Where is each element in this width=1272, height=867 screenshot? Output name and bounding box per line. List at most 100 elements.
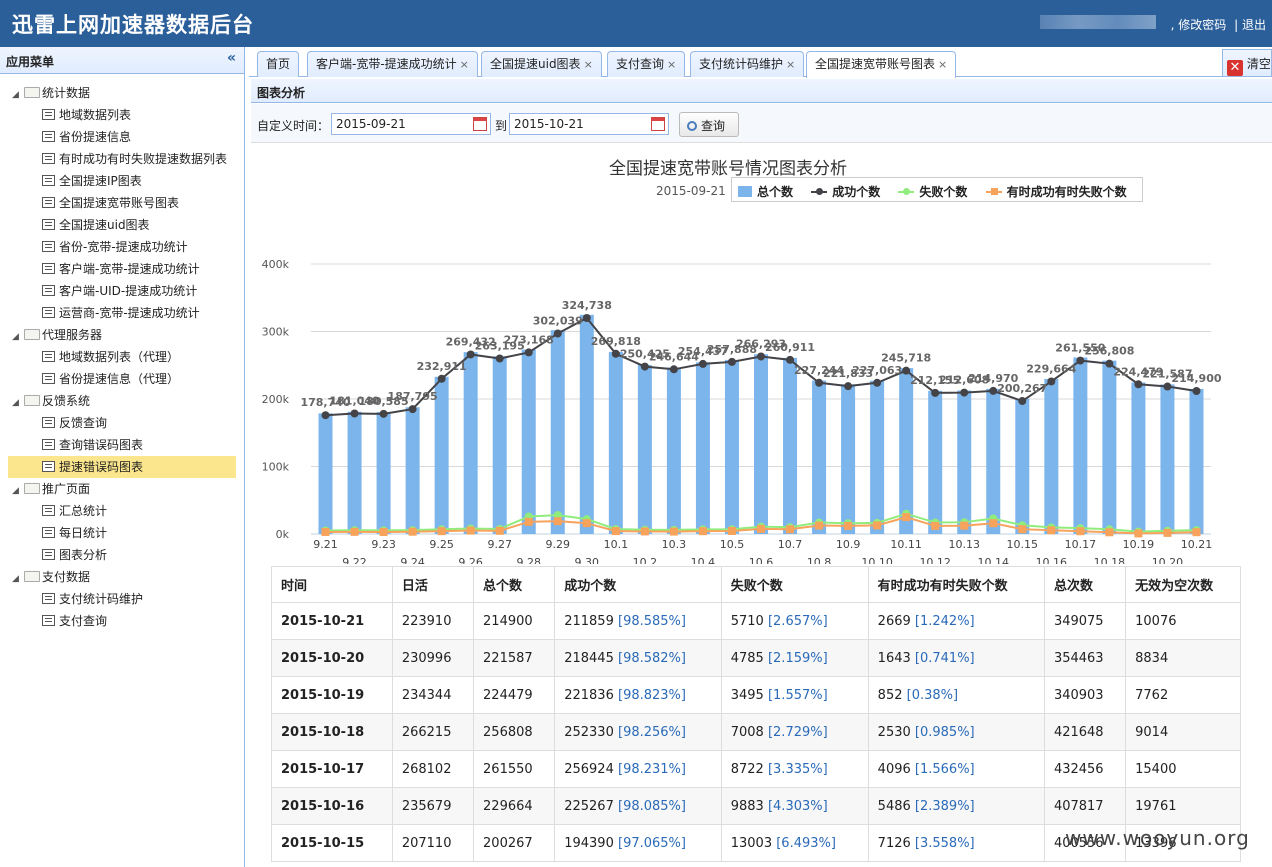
column-header[interactable]: 成功个数 [554,566,722,603]
tab[interactable]: 支付统计码维护 × [690,51,805,77]
table-cell: 19761 [1125,787,1241,825]
menu-group[interactable]: ◢ 推广页面 [0,478,244,500]
query-button[interactable]: 查询 [679,112,739,137]
change-password-link[interactable]: 修改密码 [1178,18,1226,32]
tab[interactable]: 支付查询 × [607,51,686,77]
menu-item[interactable]: 省份提速信息 [0,126,244,148]
table-cell: 2015-10-20 [271,639,393,677]
page-icon [42,153,55,164]
tab-bar: ✕ 清空 首页 客户端-宽带-提速成功统计 × 全国提速uid图表 × 支付查询 × 支付统计… [249,47,1272,78]
x-tick-label: 10.2 [633,556,658,564]
menu-item[interactable]: 运营商-宽带-提速成功统计 [0,302,244,324]
calendar-icon[interactable] [651,117,665,131]
expand-triangle-icon[interactable]: ◢ [12,84,24,106]
column-header[interactable]: 总个数 [473,566,556,603]
tab[interactable]: 全国提速uid图表 × [481,51,602,77]
bar [695,362,710,534]
panel-title: 图表分析 [251,79,1272,103]
tab[interactable]: 首页 [257,51,300,77]
tab-close-icon[interactable]: × [786,58,795,71]
page-icon [42,461,55,472]
column-header[interactable]: 时间 [271,566,393,603]
menu-item[interactable]: 地域数据列表（代理） [0,346,244,368]
menu-item[interactable]: 省份-宽带-提速成功统计 [0,236,244,258]
menu-item-label: 汇总统计 [59,504,108,518]
success-point [350,409,359,418]
logout-link[interactable]: 退出 [1242,18,1266,32]
menu-item[interactable]: 客户端-UID-提速成功统计 [0,280,244,302]
cell-value: 5486 [877,798,911,814]
bar [1160,384,1175,534]
cell-value: 4096 [877,761,911,777]
success-point [698,359,707,368]
collapse-icon[interactable]: « [227,50,236,66]
tab-close-icon[interactable]: × [584,58,593,71]
tab[interactable]: 客户端-宽带-提速成功统计 × [307,51,478,77]
legend-item-sometimes[interactable]: 有时成功有时失败个数 [985,185,1127,199]
column-header[interactable]: 日活 [391,566,475,603]
start-date-input[interactable]: 2015-09-21 [331,113,491,135]
menu-group[interactable]: ◢ 代理服务器 [0,324,244,346]
menu-item[interactable]: 支付查询 [0,610,244,632]
bar [521,349,536,534]
bar [957,390,972,534]
menu-group[interactable]: ◢ 统计数据 [0,82,244,104]
column-header[interactable]: 有时成功有时失败个数 [867,566,1045,603]
menu-item[interactable]: 地域数据列表 [0,104,244,126]
expand-triangle-icon[interactable]: ◢ [12,480,24,502]
legend-item-success[interactable]: 成功个数 [811,185,880,199]
sometimes-point [321,527,330,536]
x-tick-label: 9.26 [458,556,483,564]
legend-item-total[interactable]: 总个数 [738,185,793,199]
table-cell: 230996 [391,639,475,677]
tab[interactable]: 全国提速宽带账号图表 × [806,51,957,78]
menu-item[interactable]: 全国提速宽带账号图表 [0,192,244,214]
menu-item[interactable]: 客户端-宽带-提速成功统计 [0,258,244,280]
menu-item[interactable]: 汇总统计 [0,500,244,522]
column-header[interactable]: 总次数 [1043,566,1127,603]
expand-triangle-icon[interactable]: ◢ [12,392,24,414]
sometimes-point [960,521,969,530]
cell-value: 221836 [564,687,614,703]
menu-item[interactable]: 每日统计 [0,522,244,544]
legend-item-fail[interactable]: 失败个数 [898,185,967,199]
table-row: 2015-10-20 230996 221587 218445 [98.582%] 47… [271,639,1241,677]
table-cell: 223910 [391,602,475,640]
data-label: 229,664 [1026,362,1076,375]
main-content: ✕ 清空 首页 客户端-宽带-提速成功统计 × 全国提速uid图表 × 支付查询 × 支付统计… [249,47,1272,867]
success-point [1076,356,1085,365]
data-label: 227,063 [852,364,902,377]
x-tick-label: 10.6 [749,556,774,564]
sometimes-point [757,524,765,533]
menu-item[interactable]: 全国提速uid图表 [0,214,244,236]
clear-tabs-button[interactable]: ✕ 清空 [1222,49,1272,77]
success-point [524,348,533,357]
table-cell: 268102 [391,750,475,788]
table-cell: 5710 [2.657%] [720,602,869,640]
expand-triangle-icon[interactable]: ◢ [12,326,24,348]
menu-item[interactable]: 全国提速IP图表 [0,170,244,192]
table-cell: 221587 [473,639,556,677]
stats-table-wrap: 时间 日活 总个数 成功个数 失败个数 有时成功有时失败个数 总次数 无效为空次数 2015-… [271,566,1241,862]
tab-close-icon[interactable]: × [938,58,947,71]
menu-item[interactable]: 图表分析 [0,544,244,566]
end-date-input[interactable]: 2015-10-21 [509,113,669,135]
menu-item[interactable]: 支付统计码维护 [0,588,244,610]
column-header[interactable]: 无效为空次数 [1125,566,1241,603]
tab-close-icon[interactable]: × [667,58,676,71]
menu-item[interactable]: 反馈查询 [0,412,244,434]
menu-item[interactable]: 查询错误码图表 [0,434,244,456]
column-header[interactable]: 失败个数 [720,566,869,603]
menu-group[interactable]: ◢ 反馈系统 [0,390,244,412]
page-icon [42,241,55,252]
menu-group[interactable]: ◢ 支付数据 [0,566,244,588]
menu-item[interactable]: 省份提速信息（代理） [0,368,244,390]
menu-item[interactable]: 提速错误码图表 [8,456,236,478]
table-cell: 1643 [0.741%] [867,639,1045,677]
tab-close-icon[interactable]: × [460,58,469,71]
menu-item[interactable]: 有时成功有时失败提速数据列表 [0,148,244,170]
sometimes-point [408,527,417,536]
expand-triangle-icon[interactable]: ◢ [12,568,24,590]
calendar-icon[interactable] [473,117,487,131]
legend-label: 失败个数 [919,185,968,199]
